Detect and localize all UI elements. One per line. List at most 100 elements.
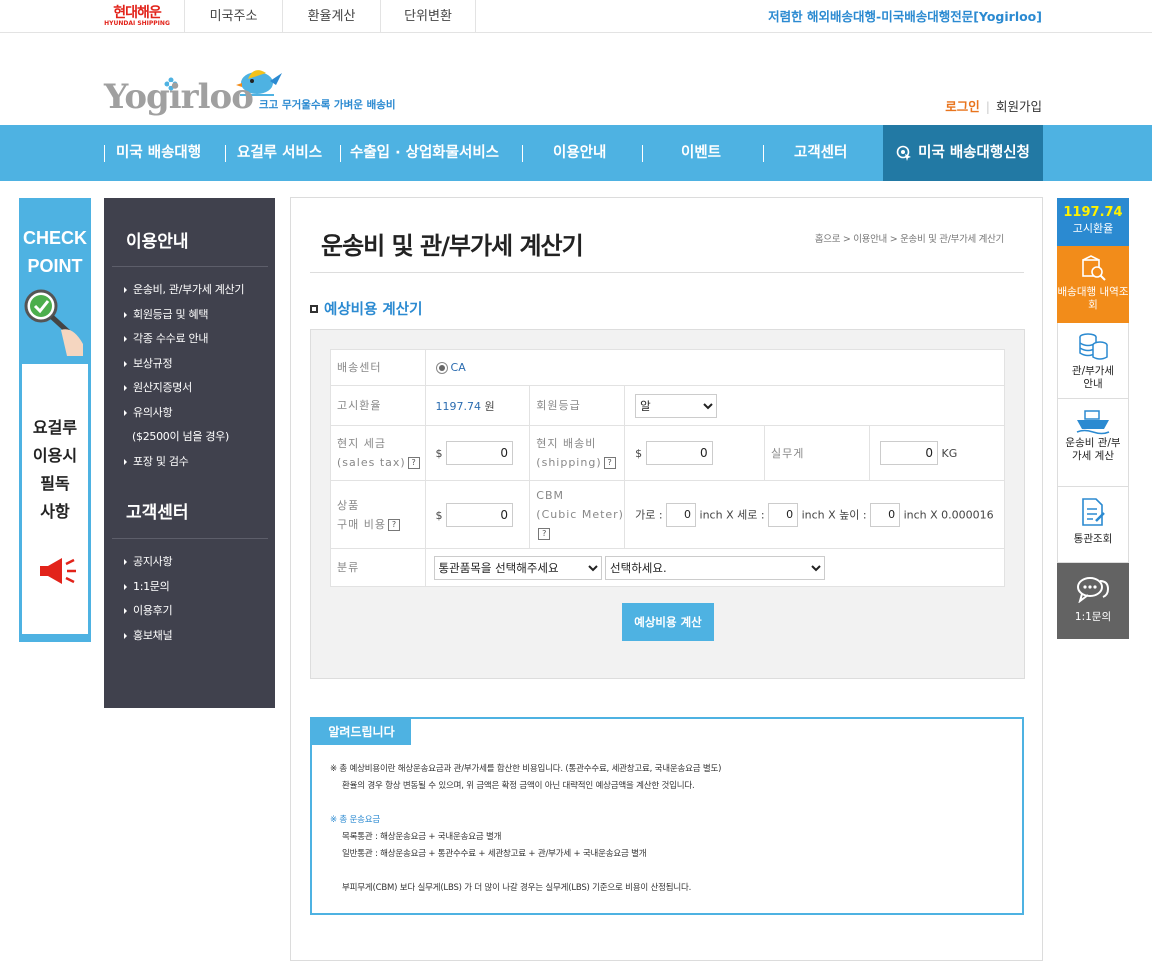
weight-label: 실무게 <box>764 425 870 481</box>
notice-box: 알려드립니다 ※ 총 예상비용이란 해상운송요금과 관/부가세를 합산한 비용입… <box>310 717 1024 915</box>
sidebar-item-notice[interactable]: 공지사항 <box>124 550 173 575</box>
notice-spacer <box>330 795 721 812</box>
notice-line-4: 일반통관 : 해상운송요금 + 통관수수료 + 세관창고료 + 관/부가세 + … <box>342 849 647 859</box>
check-point-banner[interactable]: CHECK POINT 요걸루 이용시 필독 사항 <box>19 198 91 642</box>
join-link[interactable]: 회원가입 <box>996 99 1042 114</box>
notice-line-2: 환율의 경우 항상 변동될 수 있으며, 위 금액은 확정 금액이 아닌 대략적… <box>342 781 695 791</box>
bullet-arrow-icon <box>124 559 127 565</box>
box-search-icon <box>1082 255 1106 281</box>
sidebar-item-pr-channel[interactable]: 홍보채널 <box>124 624 173 649</box>
sidebar-item-inquiry[interactable]: 1:1문의 <box>124 575 172 600</box>
shipping-cell: $ <box>624 425 766 481</box>
nav-yogirloo-service[interactable]: 요걸루 서비스 <box>237 125 322 181</box>
yogirloo-logo[interactable]: Yogirloo 크고 무거울수록 가벼운 배송비 <box>104 55 424 125</box>
target-pointer-icon <box>896 145 912 161</box>
sidebar-item-packing[interactable]: 포장 및 검수 <box>124 450 244 475</box>
nav-divider <box>763 145 764 162</box>
nav-event[interactable]: 이벤트 <box>681 125 721 181</box>
login-link[interactable]: 로그인 <box>945 99 980 114</box>
sidebar-item-reviews[interactable]: 이용후기 <box>124 599 173 624</box>
sidebar-item-label: 홍보채널 <box>133 628 173 642</box>
auth-separator: | <box>985 99 990 114</box>
page-title: 운송비 및 관/부가세 계산기 <box>321 232 584 260</box>
sidebar-divider <box>112 538 268 539</box>
quick-customs[interactable]: 통관조회 <box>1057 487 1129 563</box>
category-select-1[interactable]: 통관품목을 선택해주세요 <box>433 555 602 580</box>
price-label-2: 구매 비용 <box>337 517 386 531</box>
help-icon[interactable]: ? <box>603 457 616 469</box>
sidebar-item-fees[interactable]: 각종 수수료 안내 <box>124 327 244 352</box>
sidebar-item-label: 1:1문의 <box>133 579 170 593</box>
shipping-label-2: (shipping) <box>536 456 602 469</box>
cbm-length-input[interactable] <box>768 502 799 527</box>
quick-tax-guide[interactable]: 관/부가세 안내 <box>1057 323 1129 399</box>
currency-symbol: $ <box>435 508 443 522</box>
sales-tax-input[interactable] <box>446 441 514 465</box>
chat-bubble-icon <box>1077 577 1110 603</box>
category-select-2[interactable]: 선택하세요. <box>605 555 826 580</box>
site-tagline[interactable]: 저렴한 해외배송대행-미국배송대행전문[Yogirloo] <box>768 0 1042 33</box>
sidebar-item-cautions-sub[interactable]: ($2500이 넘을 경우) <box>124 425 244 450</box>
help-icon[interactable]: ? <box>538 528 551 540</box>
sidebar-item-compensation[interactable]: 보상규정 <box>124 352 244 377</box>
section-title-text: 예상비용 계산기 <box>324 302 423 318</box>
cbm-height-input[interactable] <box>870 502 901 527</box>
sidebar-item-label: 이용후기 <box>133 604 173 617</box>
nav-customer-center[interactable]: 고객센터 <box>794 125 847 181</box>
cbm-width-input[interactable] <box>666 502 697 527</box>
main-nav: 미국 배송대행 요걸루 서비스 수출입 · 상업화물서비스 이용안내 이벤트 고… <box>0 125 1152 181</box>
sidebar-item-cautions[interactable]: 유의사항 <box>124 401 244 426</box>
help-icon[interactable]: ? <box>387 518 400 531</box>
document-edit-icon <box>1082 498 1105 526</box>
sidebar-item-origin-cert[interactable]: 원산지증명서 <box>124 376 244 401</box>
sales-tax-label-1: 현지 세금 <box>337 437 386 450</box>
calculate-button[interactable]: 예상비용 계산 <box>622 603 714 641</box>
bullet-arrow-icon <box>124 287 127 293</box>
category-label: 분류 <box>330 548 426 587</box>
cbm-height-label: inch X 높이 : <box>801 508 867 521</box>
grade-cell: 알 <box>624 385 1005 426</box>
notice-spacer <box>330 863 721 880</box>
center-ca-label[interactable]: CA <box>451 361 466 374</box>
center-ca-radio[interactable] <box>435 362 448 374</box>
help-icon[interactable]: ? <box>407 457 420 469</box>
sidebar-item-membership[interactable]: 회원등급 및 혜택 <box>124 303 244 328</box>
notice-body: ※ 총 예상비용이란 해상운송요금과 관/부가세를 합산한 비용입니다. (통관… <box>330 761 721 897</box>
cp-line2: 이용시 <box>32 446 78 465</box>
grade-select[interactable]: 알 <box>635 393 718 418</box>
exchange-calc-link[interactable]: 환율계산 <box>282 0 380 33</box>
quick-shipping-history[interactable]: 배송대행 내역조회 <box>1057 246 1129 323</box>
quick-customs-label: 통관조회 <box>1073 533 1113 545</box>
sidebar-cs-title: 고객센터 <box>126 503 189 523</box>
logo-slogan: 크고 무거울수록 가벼운 배송비 <box>259 99 396 111</box>
quick-history-label: 배송대행 내역조회 <box>1057 286 1129 311</box>
sidebar-item-label: 회원등급 및 혜택 <box>133 307 209 321</box>
nav-us-shipping[interactable]: 미국 배송대행 <box>116 125 201 181</box>
logo-wordmark: Yogirloo <box>104 77 254 117</box>
breadcrumb[interactable]: 홈으로 > 이용안내 > 운송비 및 관/부가세 계산기 <box>815 231 1004 245</box>
auth-links: 로그인 | 회원가입 <box>945 96 1042 115</box>
sidebar-item-label: 공지사항 <box>133 555 173 568</box>
currency-symbol: $ <box>435 447 443 460</box>
top-utility-bar: 현대해운 HYUNDAI SHIPPING 미국주소 환율계산 단위변환 저렴한… <box>0 0 1152 33</box>
nav-guide[interactable]: 이용안내 <box>553 125 606 181</box>
quick-inquiry[interactable]: 1:1문의 <box>1057 563 1129 639</box>
quick-shipping-calc[interactable]: 운송비 관/부가세 계산 <box>1057 399 1129 487</box>
nav-divider <box>225 145 226 162</box>
square-bullet-icon <box>310 305 318 313</box>
unit-convert-link[interactable]: 단위변환 <box>380 0 476 33</box>
cbm-length-label: inch X 세로 : <box>699 508 765 521</box>
sidebar-item-calculator[interactable]: 운송비, 관/부가세 계산기 <box>124 278 245 303</box>
hyundai-shipping-logo[interactable]: 현대해운 HYUNDAI SHIPPING <box>98 6 176 28</box>
content-panel: 운송비 및 관/부가세 계산기 홈으로 > 이용안내 > 운송비 및 관/부가세… <box>290 197 1043 961</box>
nav-import-export[interactable]: 수출입 · 상업화물서비스 <box>350 125 499 181</box>
weight-input[interactable] <box>880 441 938 465</box>
sidebar-cs-list: 공지사항 1:1문의 이용후기 홍보채널 <box>124 550 173 649</box>
apply-shipping-button[interactable]: 미국 배송대행신청 <box>883 125 1043 181</box>
sidebar: 이용안내 운송비, 관/부가세 계산기 회원등급 및 혜택 각종 수수료 안내 … <box>104 198 275 708</box>
quick-exchange-rate[interactable]: 1197.74 고시환율 <box>1057 198 1129 246</box>
notice-line-5: 부피무게(CBM) 보다 실무게(LBS) 가 더 많이 나갈 경우는 실무게(… <box>342 883 692 893</box>
price-input[interactable] <box>446 502 514 527</box>
shipping-input[interactable] <box>645 441 713 465</box>
us-address-link[interactable]: 미국주소 <box>184 0 282 33</box>
